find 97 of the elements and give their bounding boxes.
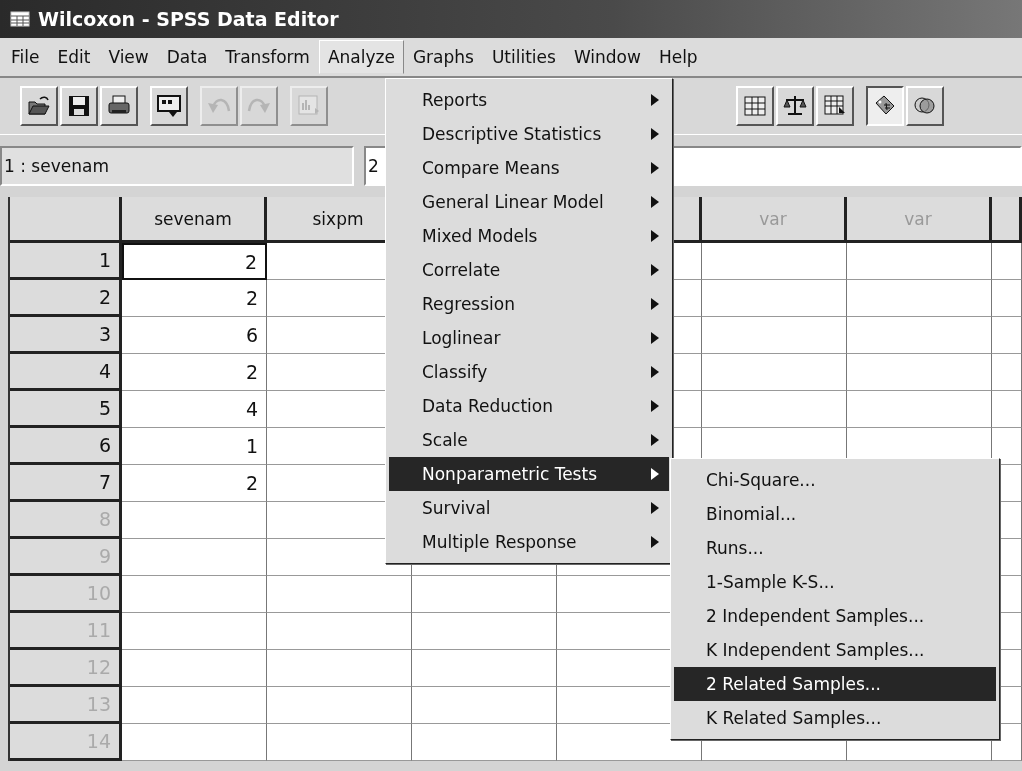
row-number[interactable]: 4: [10, 354, 122, 391]
menu-item[interactable]: Compare Means: [389, 151, 669, 185]
menu-item[interactable]: View: [99, 40, 158, 74]
table-cell[interactable]: [702, 354, 847, 391]
table-cell[interactable]: [847, 280, 992, 317]
table-cell[interactable]: [412, 687, 557, 724]
menu-item[interactable]: Window: [564, 40, 650, 74]
window-arrow-icon: [156, 93, 182, 119]
table-cell[interactable]: [847, 391, 992, 428]
table-cell[interactable]: [122, 687, 267, 724]
menu-item[interactable]: Analyze: [318, 40, 404, 74]
table-cell[interactable]: [122, 650, 267, 687]
table-cell[interactable]: [412, 650, 557, 687]
submenu-arrow-icon: [651, 332, 659, 344]
table-cell[interactable]: 2: [122, 243, 267, 280]
menu-item[interactable]: File: [2, 40, 49, 74]
submenu-arrow-icon: [651, 196, 659, 208]
table-cell[interactable]: [992, 243, 1022, 280]
menu-item[interactable]: Survival: [389, 491, 669, 525]
menu-item[interactable]: Utilities: [482, 40, 565, 74]
table-cell[interactable]: [847, 243, 992, 280]
table-cell[interactable]: [267, 613, 412, 650]
cell-reference-field: 1 : sevenam: [0, 146, 354, 186]
menu-item[interactable]: Runs...: [674, 531, 996, 565]
row-number[interactable]: 3: [10, 317, 122, 354]
menu-item[interactable]: Edit: [48, 40, 100, 74]
menu-item[interactable]: Loglinear: [389, 321, 669, 355]
row-number[interactable]: 6: [10, 428, 122, 465]
row-number[interactable]: 5: [10, 391, 122, 428]
menu-item[interactable]: 2 Independent Samples...: [674, 599, 996, 633]
menu-item[interactable]: Correlate: [389, 253, 669, 287]
toolbar-button[interactable]: [866, 86, 904, 126]
menu-item[interactable]: Classify: [389, 355, 669, 389]
table-cell[interactable]: [847, 354, 992, 391]
submenu-arrow-icon: [651, 400, 659, 412]
table-cell[interactable]: [992, 354, 1022, 391]
table-cell[interactable]: [122, 613, 267, 650]
table-cell[interactable]: 4: [122, 391, 267, 428]
table-cell[interactable]: [122, 502, 267, 539]
menu-item[interactable]: Scale: [389, 423, 669, 457]
row-number[interactable]: 1: [10, 243, 122, 280]
table-cell[interactable]: [992, 317, 1022, 354]
menu-item[interactable]: Help: [649, 40, 707, 74]
submenu-arrow-icon: [651, 366, 659, 378]
menu-item[interactable]: Reports: [389, 83, 669, 117]
table-cell[interactable]: [267, 650, 412, 687]
submenu-arrow-icon: [651, 502, 659, 514]
column-header[interactable]: sevenam: [122, 197, 267, 243]
row-number[interactable]: 7: [10, 465, 122, 502]
menu-item[interactable]: 2 Related Samples...: [674, 667, 996, 701]
menu-item[interactable]: Transform: [216, 40, 319, 74]
table-cell[interactable]: [702, 391, 847, 428]
grid-icon: [742, 93, 768, 119]
menu-item[interactable]: Data Reduction: [389, 389, 669, 423]
menu-item[interactable]: K Related Samples...: [674, 701, 996, 735]
table-cell[interactable]: [992, 280, 1022, 317]
submenu-arrow-icon: [651, 162, 659, 174]
table-cell[interactable]: 2: [122, 465, 267, 502]
table-cell[interactable]: [412, 724, 557, 761]
table-cell[interactable]: [122, 539, 267, 576]
menu-item[interactable]: Binomial...: [674, 497, 996, 531]
menu-item[interactable]: K Independent Samples...: [674, 633, 996, 667]
table-cell[interactable]: [412, 613, 557, 650]
table-cell[interactable]: 2: [122, 280, 267, 317]
table-cell[interactable]: [702, 280, 847, 317]
table-cell[interactable]: [412, 576, 557, 613]
submenu-arrow-icon: [651, 298, 659, 310]
table-cell[interactable]: [122, 576, 267, 613]
menu-item[interactable]: Regression: [389, 287, 669, 321]
window-title: Wilcoxon - SPSS Data Editor: [38, 8, 339, 30]
submenu-arrow-icon: [651, 468, 659, 480]
spreadsheet-icon: [10, 11, 30, 27]
table-cell[interactable]: [702, 243, 847, 280]
submenu-arrow-icon: [651, 536, 659, 548]
row-number[interactable]: 2: [10, 280, 122, 317]
menu-item[interactable]: Graphs: [403, 40, 483, 74]
table-cell[interactable]: [267, 724, 412, 761]
table-cell[interactable]: 1: [122, 428, 267, 465]
table-cell[interactable]: [267, 576, 412, 613]
submenu-arrow-icon: [651, 94, 659, 106]
table-cell[interactable]: 2: [122, 354, 267, 391]
table-cell[interactable]: [847, 317, 992, 354]
menu-item[interactable]: 1-Sample K-S...: [674, 565, 996, 599]
menu-item[interactable]: Nonparametric Tests: [389, 457, 669, 491]
table-cell[interactable]: 6: [122, 317, 267, 354]
table-cell[interactable]: [122, 724, 267, 761]
submenu-arrow-icon: [651, 264, 659, 276]
submenu-arrow-icon: [651, 128, 659, 140]
menu-item[interactable]: Chi-Square...: [674, 463, 996, 497]
table-cell[interactable]: [702, 317, 847, 354]
table-cell[interactable]: [992, 391, 1022, 428]
submenu-arrow-icon: [651, 230, 659, 242]
table-cell[interactable]: [267, 687, 412, 724]
column-header[interactable]: [992, 197, 1022, 243]
menu-item[interactable]: Data: [157, 40, 217, 74]
menu-item[interactable]: Multiple Response: [389, 525, 669, 559]
submenu-arrow-icon: [651, 434, 659, 446]
